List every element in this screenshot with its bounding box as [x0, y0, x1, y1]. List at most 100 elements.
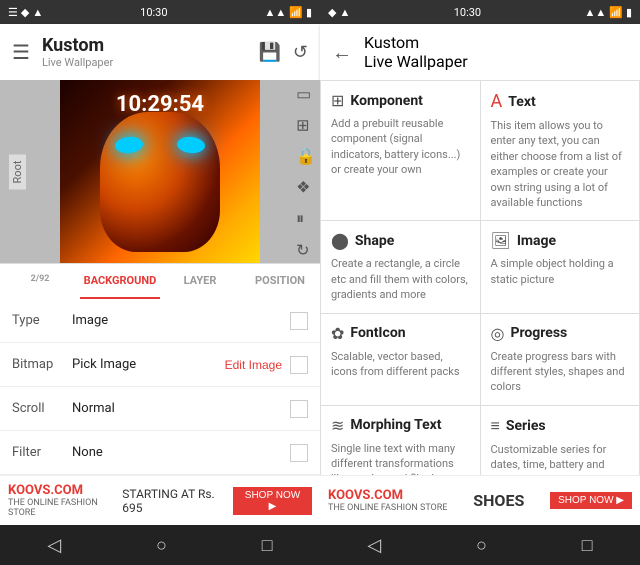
signal-icon: ▲▲ — [264, 6, 286, 19]
left-recent-button[interactable]: □ — [262, 535, 273, 556]
text-desc: This item allows you to enter any text, … — [491, 118, 630, 210]
image-desc: A simple object holding a static picture — [491, 256, 630, 287]
left-ad-promo: STARTING AT Rs. 695 — [122, 487, 233, 515]
progress-desc: Create progress bars with different styl… — [491, 349, 630, 395]
fonticon-icon: ✿ — [331, 324, 344, 343]
right-ad-brand: KOOVS.COM — [328, 488, 447, 503]
morphing-header: ≋ Morphing Text — [331, 416, 470, 435]
morphing-desc: Single line text with many different tra… — [331, 441, 470, 475]
right-app-subtitle: Live Wallpaper — [364, 52, 468, 71]
left-home-button[interactable]: ○ — [156, 535, 167, 556]
text-icon: A — [491, 91, 503, 112]
right-alert-icon: ▲ — [339, 6, 350, 19]
menu-icon[interactable]: ☰ — [12, 40, 30, 64]
left-back-button[interactable]: ◁ — [47, 535, 61, 556]
component-card-komponent[interactable]: ⊞ Komponent Add a prebuilt reusable comp… — [321, 81, 480, 220]
right-status-bar: ◆ ▲ 10:30 ▲▲ 📶 ▮ — [320, 0, 640, 24]
prop-checkbox-bitmap[interactable] — [290, 356, 308, 374]
series-header: ≡ Series — [491, 416, 630, 436]
prop-checkbox-filter[interactable] — [290, 444, 308, 462]
refresh-icon[interactable]: ↻ — [296, 240, 316, 259]
shape-icon: ⬤ — [331, 231, 349, 250]
shape-desc: Create a rectangle, a circle etc and fil… — [331, 256, 470, 302]
tab-position[interactable]: POSITION — [240, 264, 320, 299]
image-title: Image — [517, 233, 556, 249]
canvas-image: 10:29:54 — [60, 80, 260, 263]
layer-count: 2/92 — [0, 274, 80, 284]
prop-value-bitmap[interactable]: Pick Image — [72, 357, 217, 372]
component-grid: ⊞ Komponent Add a prebuilt reusable comp… — [320, 80, 640, 475]
prop-value-filter: None — [72, 445, 290, 460]
morphing-icon: ≋ — [331, 416, 344, 435]
fonticon-desc: Scalable, vector based, icons from diffe… — [331, 349, 470, 380]
right-clock: 10:30 — [454, 6, 481, 19]
iron-man-mask — [100, 112, 220, 252]
komponent-header: ⊞ Komponent — [331, 91, 470, 110]
component-card-fonticon[interactable]: ✿ FontIcon Scalable, vector based, icons… — [321, 314, 480, 405]
right-recent-button[interactable]: □ — [582, 535, 593, 556]
right-home-button[interactable]: ○ — [476, 535, 487, 556]
right-back-nav-button[interactable]: ◁ — [367, 535, 381, 556]
right-toolbar: ← Kustom Live Wallpaper — [320, 24, 640, 80]
shape-title: Shape — [355, 233, 394, 249]
left-ad-brand-block: KOOVS.COM THE ONLINE FASHION STORE — [8, 483, 122, 518]
right-signal-icon: ▲▲ — [584, 6, 606, 19]
battery-icon: ▮ — [306, 6, 312, 19]
component-card-image[interactable]: 🖼 Image A simple object holding a static… — [481, 221, 640, 312]
right-app-title: Kustom — [364, 33, 468, 52]
right-back-icon[interactable]: ← — [332, 40, 352, 65]
prop-checkbox-type[interactable] — [290, 312, 308, 330]
progress-icon: ◎ — [491, 324, 505, 343]
left-ad-brand: KOOVS.COM — [8, 483, 122, 498]
bottom-tabs: 2/92 BACKGROUND LAYER POSITION — [0, 263, 320, 299]
canvas-area: Root 10:29:54 ▭ ⊞ 🔒 ❖ ⏸ ↻ — [0, 80, 320, 263]
left-app-subtitle: Live Wallpaper — [42, 56, 259, 69]
right-wifi-icon: 📶 — [609, 6, 623, 19]
screen-icon[interactable]: ▭ — [296, 84, 316, 103]
tab-layer[interactable]: LAYER — [160, 264, 240, 299]
tab-background[interactable]: BACKGROUND — [80, 264, 160, 299]
shape-header: ⬤ Shape — [331, 231, 470, 250]
save-icon[interactable]: 💾 — [258, 42, 280, 63]
component-card-series[interactable]: ≡ Series Customizable series for dates, … — [481, 406, 640, 475]
left-clock: 10:30 — [140, 6, 167, 19]
component-card-progress[interactable]: ◎ Progress Create progress bars with dif… — [481, 314, 640, 405]
right-notification-icon: ◆ — [328, 6, 336, 19]
side-tools: ▭ ⊞ 🔒 ❖ ⏸ ↻ — [296, 84, 316, 259]
layers-icon[interactable]: ❖ — [296, 177, 316, 196]
left-shop-button[interactable]: SHOP NOW ▶ — [233, 487, 312, 515]
prop-checkbox-scroll[interactable] — [290, 400, 308, 418]
prop-label-type: Type — [12, 313, 72, 328]
component-card-morphing[interactable]: ≋ Morphing Text Single line text with ma… — [321, 406, 480, 475]
morphing-title: Morphing Text — [350, 417, 441, 433]
right-nav-bar: ◁ ○ □ — [320, 525, 640, 565]
series-icon: ≡ — [491, 416, 500, 436]
text-title: Text — [508, 94, 535, 110]
progress-title: Progress — [510, 325, 567, 341]
component-card-shape[interactable]: ⬤ Shape Create a rectangle, a circle etc… — [321, 221, 480, 312]
component-card-text[interactable]: A Text This item allows you to enter any… — [481, 81, 640, 220]
pause-icon[interactable]: ⏸ — [296, 208, 316, 228]
properties-panel: Type Image Bitmap Pick Image Edit Image … — [0, 299, 320, 475]
wifi-icon: 📶 — [289, 6, 303, 19]
komponent-desc: Add a prebuilt reusable component (signa… — [331, 116, 470, 178]
left-status-right-icons: ▲▲ 📶 ▮ — [264, 6, 312, 19]
komponent-icon: ⊞ — [331, 91, 344, 110]
lock-icon[interactable]: 🔒 — [296, 146, 316, 165]
right-status-right-icons: ▲▲ 📶 ▮ — [584, 6, 632, 19]
image-icon: 🖼 — [491, 231, 511, 250]
left-panel: ☰ ◆ ▲ 10:30 ▲▲ 📶 ▮ ☰ Kustom Live Wallpap… — [0, 0, 320, 565]
right-shop-button[interactable]: SHOP NOW ▶ — [550, 492, 632, 509]
series-title: Series — [506, 418, 546, 434]
edit-image-button[interactable]: Edit Image — [217, 354, 290, 376]
notification-icon: ☰ — [8, 6, 18, 19]
prop-row-filter: Filter None — [0, 431, 320, 475]
left-nav-bar: ◁ ○ □ — [0, 525, 320, 565]
prop-row-scroll: Scroll Normal — [0, 387, 320, 431]
tab-layer-count: 2/92 — [0, 264, 80, 299]
right-battery-icon: ▮ — [626, 6, 632, 19]
history-icon[interactable]: ↺ — [293, 42, 308, 63]
right-ad-brand-block: KOOVS.COM THE ONLINE FASHION STORE — [328, 488, 447, 513]
resize-icon[interactable]: ⊞ — [296, 115, 316, 134]
prop-value-type: Image — [72, 313, 290, 328]
